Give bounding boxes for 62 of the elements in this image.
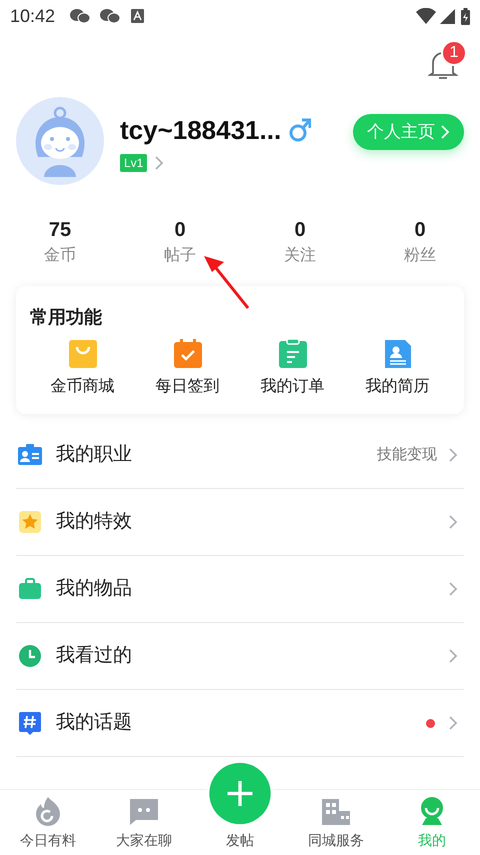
chevron-icon — [441, 125, 450, 139]
signal-icon — [440, 8, 455, 24]
menu-row[interactable]: 我的物品 — [16, 556, 464, 623]
tab-item[interactable]: 今日有料 — [0, 790, 96, 855]
chevron-icon — [449, 448, 458, 462]
clock-icon — [18, 644, 42, 668]
menu-hint: 技能变现 — [377, 444, 437, 465]
level-badge: Lv1 — [120, 154, 148, 172]
chat-app-icon — [99, 8, 122, 24]
user-name: tcy~188431... — [120, 114, 282, 146]
tab-item[interactable]: 发帖 — [192, 759, 288, 855]
stat-label: 粉丝 — [404, 246, 436, 266]
stat-value: 0 — [294, 218, 306, 242]
status-time: 10:42 — [10, 4, 56, 28]
tab-item[interactable]: 大家在聊 — [96, 790, 192, 855]
clipboard-icon — [278, 339, 308, 369]
tab-item[interactable]: 同城服务 — [288, 790, 384, 855]
keyboard-app-icon — [131, 9, 144, 23]
function-item[interactable]: 每日签到 — [135, 339, 240, 399]
function-item[interactable]: 我的订单 — [240, 339, 345, 399]
notification-button[interactable]: 1 — [428, 40, 462, 80]
stat-value: 0 — [414, 218, 426, 242]
person-icon — [418, 796, 446, 826]
menu-row[interactable]: 我的职业 技能变现 — [16, 422, 464, 489]
briefcase-icon — [18, 578, 42, 600]
function-item[interactable]: 金币商城 — [30, 339, 135, 399]
chevron-icon — [449, 582, 458, 596]
menu-label: 我的物品 — [56, 576, 132, 601]
resume-icon — [382, 339, 412, 369]
male-icon — [289, 118, 312, 142]
chevron-icon — [449, 649, 458, 663]
battery-icon — [461, 8, 470, 24]
menu-label: 我看过的 — [56, 644, 132, 668]
hashtag-icon — [18, 711, 42, 735]
menu-label: 我的职业 — [56, 442, 132, 467]
calendar-check-icon — [172, 339, 202, 369]
stat-label: 关注 — [284, 246, 316, 266]
menu-label: 我的特效 — [56, 510, 132, 534]
chat-app-icon — [69, 8, 92, 24]
menu-label: 我的话题 — [56, 710, 132, 735]
building-icon — [321, 798, 351, 826]
chevron-icon — [449, 515, 458, 529]
menu-row[interactable]: 我的特效 — [16, 489, 464, 556]
arrow-drawing — [202, 254, 250, 310]
notification-badge: 1 — [441, 40, 467, 66]
function-item[interactable]: 我的简历 — [345, 339, 450, 399]
stat-value: 0 — [174, 218, 186, 242]
chat-bubble-icon — [129, 798, 159, 826]
id-card-icon — [17, 444, 43, 466]
menu-row[interactable]: 我的话题 — [16, 690, 464, 757]
chevron-icon — [449, 716, 458, 730]
wifi-icon — [416, 8, 436, 24]
star-frame-icon — [18, 510, 42, 534]
stat-label: 帖子 — [164, 246, 196, 266]
stat-value: 75 — [48, 218, 72, 242]
flame-icon — [34, 796, 62, 826]
menu-row[interactable]: 我看过的 — [16, 623, 464, 690]
chevron-icon — [155, 156, 164, 170]
shopping-bag-icon — [68, 339, 98, 369]
card-title: 常用功能 — [30, 306, 103, 329]
avatar-icon — [16, 97, 104, 185]
stat-label: 金币 — [44, 246, 76, 266]
